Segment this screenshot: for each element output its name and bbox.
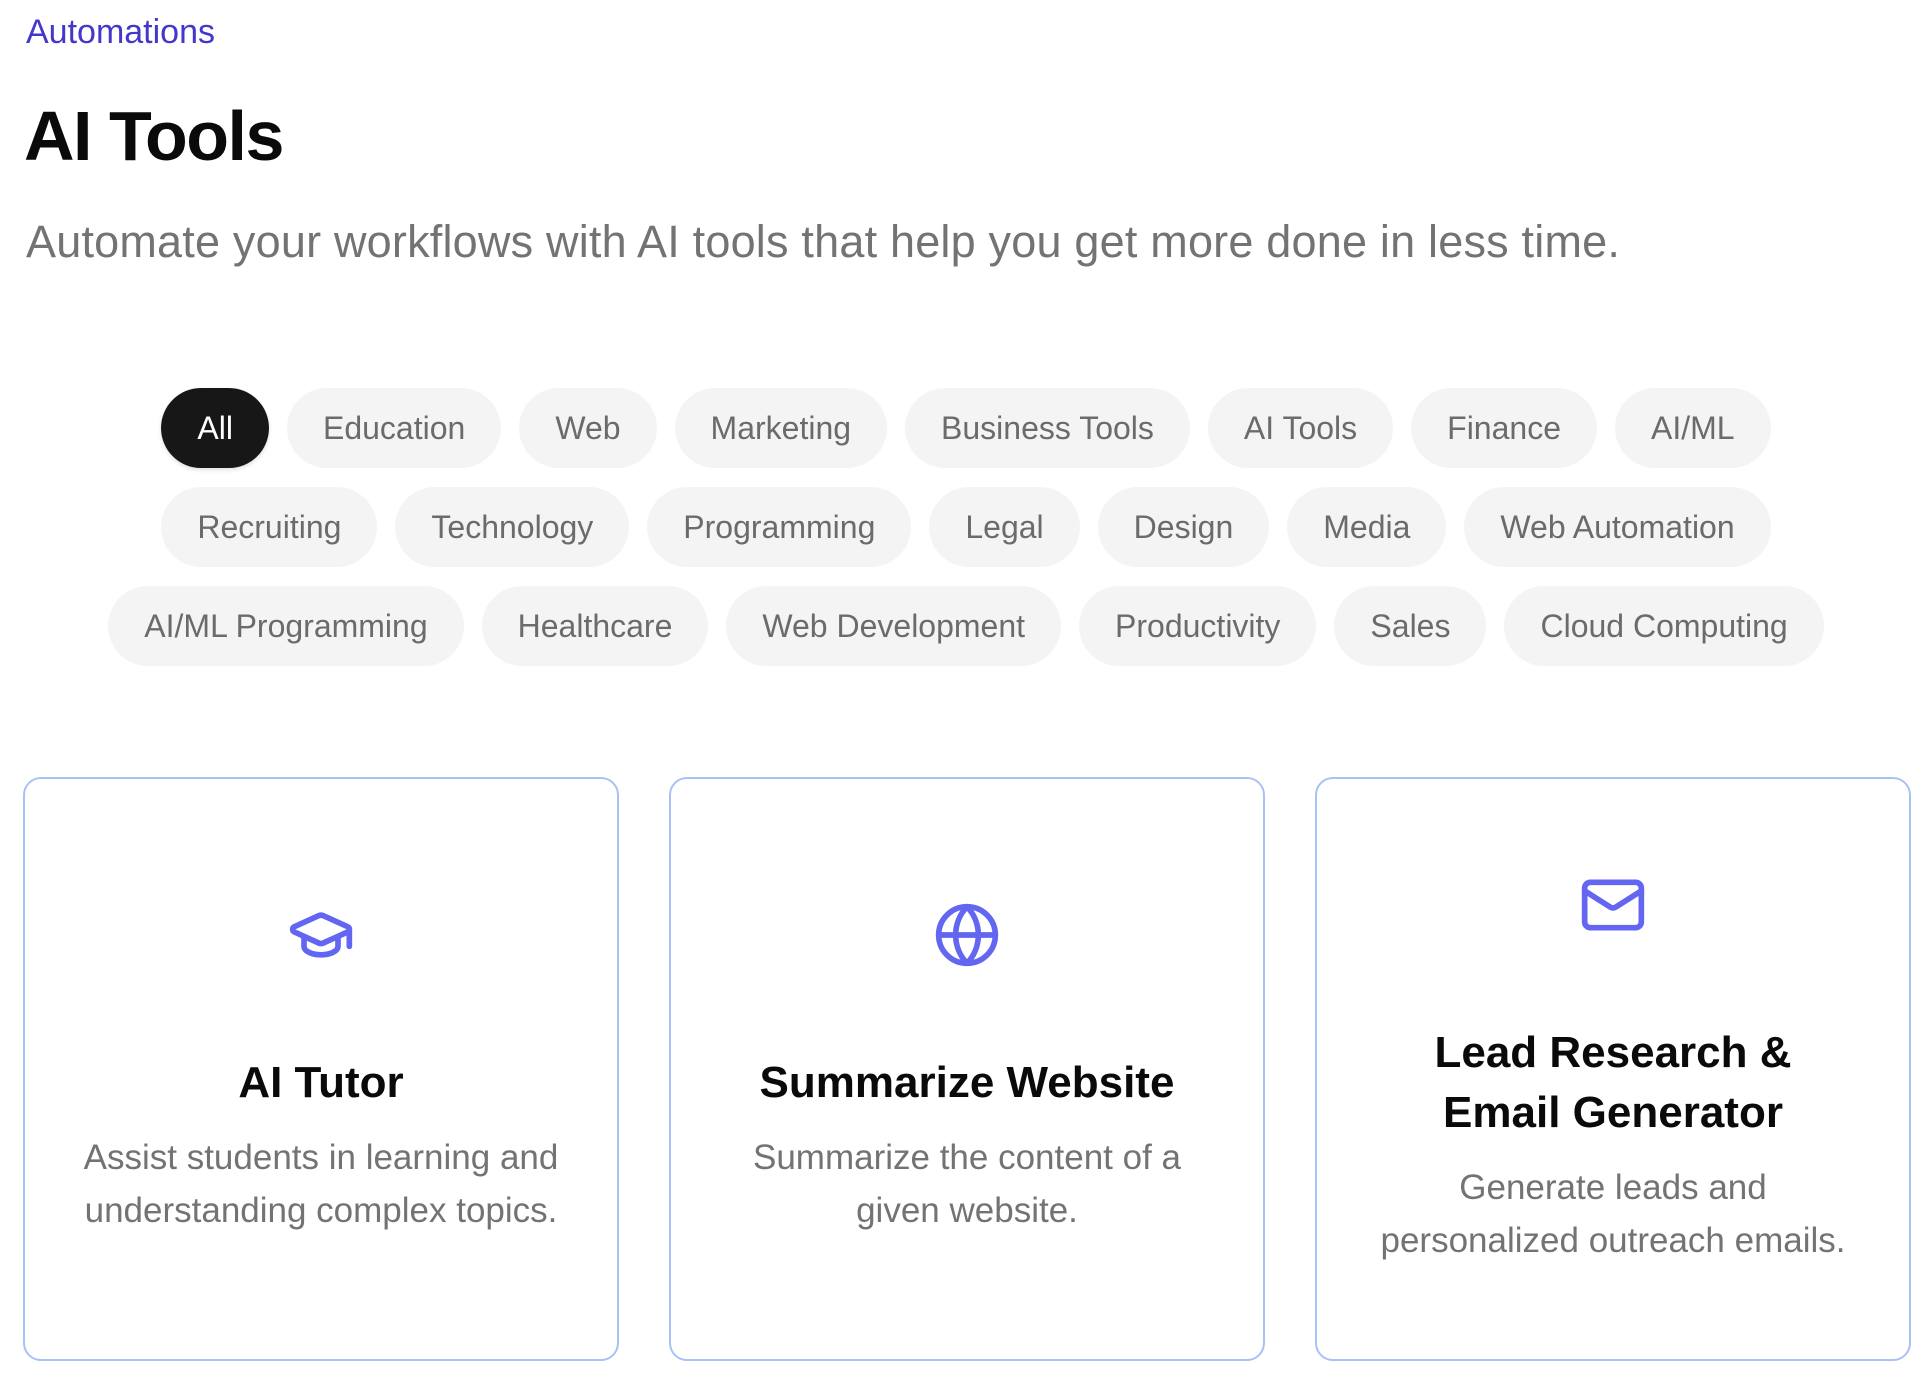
page-title: AI Tools [24, 97, 284, 175]
tool-card-summarize-website[interactable]: Summarize Website Summarize the content … [669, 777, 1265, 1361]
filter-chip-legal[interactable]: Legal [929, 487, 1080, 567]
filter-chip-web[interactable]: Web [519, 388, 657, 468]
card-title: AI Tutor [238, 1058, 404, 1107]
graduation-cap-icon [287, 901, 355, 969]
filter-chip-finance[interactable]: Finance [1411, 388, 1597, 468]
tool-card-grid: AI Tutor Assist students in learning and… [23, 777, 1911, 1361]
card-description: Summarize the content of a given website… [753, 1138, 1181, 1230]
tool-card-lead-research[interactable]: Lead Research & Email Generator Generate… [1315, 777, 1911, 1361]
filter-chip-productivity[interactable]: Productivity [1079, 586, 1317, 666]
filter-chip-programming[interactable]: Programming [647, 487, 912, 567]
breadcrumb-automations[interactable]: Automations [26, 10, 215, 54]
card-title: Summarize Website [759, 1058, 1175, 1107]
tool-card-ai-tutor[interactable]: AI Tutor Assist students in learning and… [23, 777, 619, 1361]
filter-chip-ai-tools[interactable]: AI Tools [1207, 388, 1394, 468]
globe-icon [933, 901, 1001, 969]
filter-chip-business-tools[interactable]: Business Tools [905, 388, 1190, 468]
filter-chip-ai-ml[interactable]: AI/ML [1614, 388, 1771, 468]
filter-chip-media[interactable]: Media [1287, 487, 1447, 567]
filter-chip-cloud-computing[interactable]: Cloud Computing [1504, 586, 1824, 666]
filter-row: Recruiting Technology Programming Legal … [161, 487, 1771, 567]
filter-chip-healthcare[interactable]: Healthcare [481, 586, 709, 666]
filter-chip-design[interactable]: Design [1097, 487, 1270, 567]
filter-chip-sales[interactable]: Sales [1334, 586, 1487, 666]
filter-row: All Education Web Marketing Business Too… [161, 388, 1771, 468]
page-subtitle: Automate your workflows with AI tools th… [26, 216, 1621, 267]
card-title: Lead Research & Email Generator [1434, 1028, 1792, 1137]
category-filters: All Education Web Marketing Business Too… [0, 388, 1932, 666]
filter-chip-technology[interactable]: Technology [395, 487, 630, 567]
filter-chip-all[interactable]: All [161, 388, 269, 468]
filter-chip-web-automation[interactable]: Web Automation [1464, 487, 1771, 567]
filter-chip-web-development[interactable]: Web Development [726, 586, 1062, 666]
card-description: Generate leads and personalized outreach… [1380, 1168, 1846, 1260]
filter-chip-marketing[interactable]: Marketing [674, 388, 888, 468]
mail-icon [1579, 871, 1647, 939]
filter-chip-education[interactable]: Education [286, 388, 502, 468]
filter-chip-recruiting[interactable]: Recruiting [161, 487, 378, 567]
filter-row: AI/ML Programming Healthcare Web Develop… [108, 586, 1824, 666]
filter-chip-ai-ml-programming[interactable]: AI/ML Programming [108, 586, 464, 666]
card-description: Assist students in learning and understa… [83, 1138, 559, 1230]
